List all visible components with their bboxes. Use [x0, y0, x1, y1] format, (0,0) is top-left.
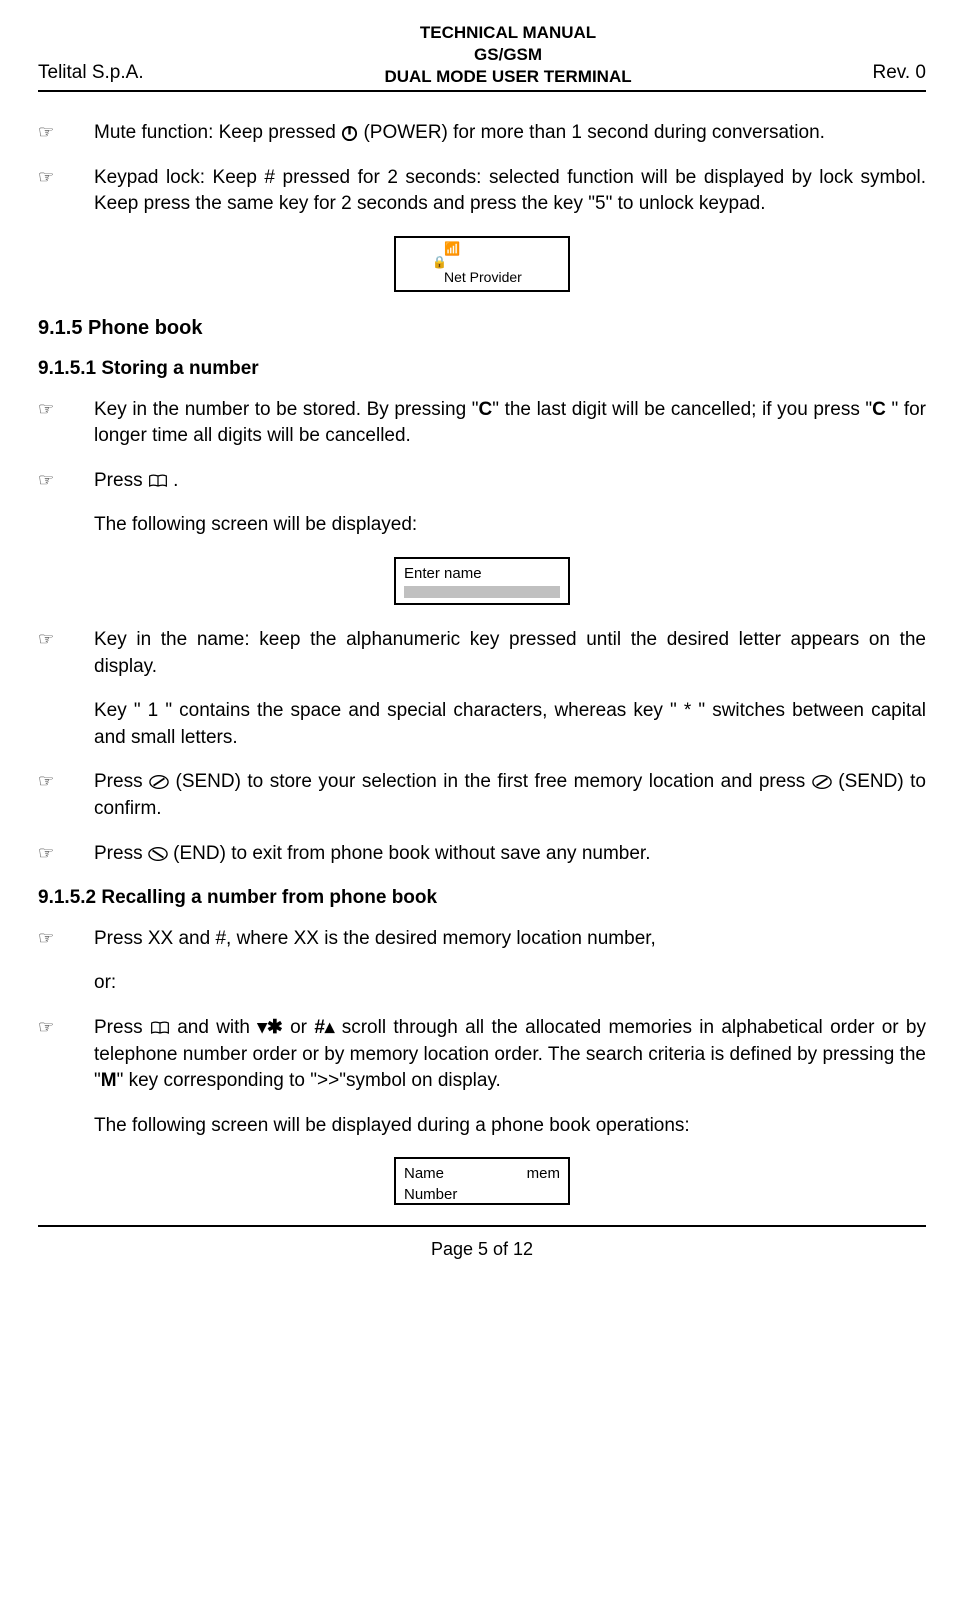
page-footer: Page 5 of 12: [38, 1225, 926, 1262]
following2: The following screen will be displayed d…: [94, 1113, 926, 1140]
down-star-key: ▾✱: [257, 1017, 282, 1038]
pointer-icon: ☞: [38, 468, 94, 495]
hash-up-key: #▴: [314, 1017, 334, 1038]
section-storing: 9.1.5.1 Storing a number: [38, 356, 926, 383]
pointer-icon: ☞: [38, 397, 94, 450]
following-text: The following screen will be displayed:: [94, 512, 926, 539]
input-bar: [404, 586, 560, 598]
section-recalling: 9.1.5.2 Recalling a number from phone bo…: [38, 885, 926, 912]
lcd-name-number: Name mem Number: [394, 1157, 570, 1205]
bullet-press-scroll: ☞ Press and with ▾✱ or #▴ scroll through…: [38, 1015, 926, 1095]
pointer-icon: ☞: [38, 769, 94, 822]
bullet-press-end: ☞ Press (END) to exit from phone book wi…: [38, 841, 926, 868]
section-phonebook: 9.1.5 Phone book: [38, 314, 926, 342]
send-icon: [812, 774, 832, 790]
header-left: Telital S.p.A.: [38, 60, 144, 89]
pointer-icon: ☞: [38, 165, 94, 218]
book-icon: [150, 1020, 170, 1036]
pointer-icon: ☞: [38, 1015, 94, 1095]
pointer-icon: ☞: [38, 120, 94, 147]
bullet-keypad-lock: ☞ Keypad lock: Keep # pressed for 2 seco…: [38, 165, 926, 218]
bullet-press-send: ☞ Press (SEND) to store your selection i…: [38, 769, 926, 822]
pointer-icon: ☞: [38, 627, 94, 751]
header-center: TECHNICAL MANUAL GS/GSM DUAL MODE USER T…: [384, 22, 631, 88]
net-provider-label: Net Provider: [444, 268, 522, 288]
pointer-icon: ☞: [38, 841, 94, 868]
page-header: Telital S.p.A. TECHNICAL MANUAL GS/GSM D…: [38, 22, 926, 92]
bullet-press-xx: ☞ Press XX and #, where XX is the desire…: [38, 926, 926, 997]
lcd-lock-screen: 📶 🔒 Net Provider: [394, 236, 570, 292]
send-icon: [149, 774, 169, 790]
bullet-key-number: ☞ Key in the number to be stored. By pre…: [38, 397, 926, 450]
pointer-icon: ☞: [38, 926, 94, 997]
bullet-key-name: ☞ Key in the name: keep the alphanumeric…: [38, 627, 926, 751]
power-icon: [341, 125, 358, 142]
end-icon: [148, 846, 168, 862]
bullet-mute: ☞ Mute function: Keep pressed (POWER) fo…: [38, 120, 926, 147]
bullet-press-book: ☞ Press .: [38, 468, 926, 495]
book-icon: [148, 473, 168, 489]
lcd-enter-name: Enter name: [394, 557, 570, 605]
header-right: Rev. 0: [872, 60, 926, 89]
